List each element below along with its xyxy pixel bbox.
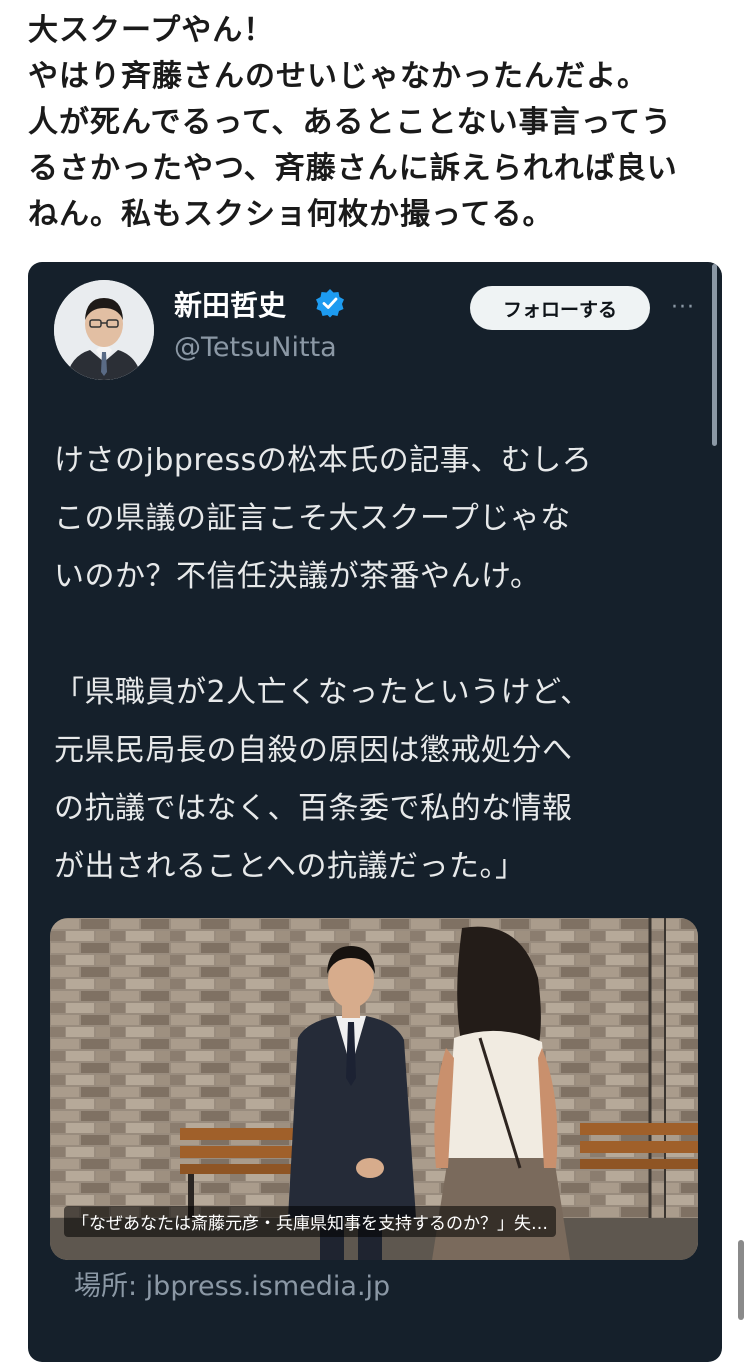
link-card[interactable]: 「なぜあなたは斎藤元彦・兵庫県知事を支持するのか？」失… [50,918,698,1260]
post-line: ねん。私もスクショ何枚か撮ってる。 [28,197,554,232]
tweet-line: けさのjbpressの松本氏の記事、むしろ [54,443,593,478]
post-text: 大スクープやん！ やはり斉藤さんのせいじゃなかったんだよ。 人が死んでるって、あ… [28,8,728,238]
tweet-line: が出されることへの抗議だった。」 [54,849,526,884]
post-line: やはり斉藤さんのせいじゃなかったんだよ。 [28,59,648,94]
follow-button[interactable]: フォローする [470,286,650,330]
display-name[interactable]: 新田哲史 [174,284,286,324]
handle[interactable]: @TetsuNitta [174,332,337,363]
page-scrollbar[interactable] [738,1240,744,1320]
post-line: るさかったやつ、斉藤さんに訴えられれば良い [28,151,678,186]
tweet-line: いのか？不信任決議が茶番やんけ。 [54,559,541,594]
tweet-line: この県議の証言こそ大スクープじゃな [54,501,571,536]
tweet-body: けさのjbpressの松本氏の記事、むしろ この県議の証言こそ大スクープじゃな … [54,432,694,896]
post-line: 人が死んでるって、あるとことない事言ってう [28,105,673,140]
card-domain[interactable]: 場所: jbpress.ismedia.jp [74,1264,390,1303]
post-line: 大スクープやん！ [28,13,275,48]
avatar[interactable] [54,280,154,380]
more-options-icon[interactable]: ··· [668,290,698,326]
verified-badge-icon [316,289,344,318]
tweet-line: の抗議ではなく、百条委で私的な情報 [54,791,573,826]
embedded-tweet[interactable]: 新田哲史 @TetsuNitta フォローする ··· けさのjbpressの松… [28,262,722,1362]
embed-scrollbar[interactable] [712,264,717,446]
card-caption: 「なぜあなたは斎藤元彦・兵庫県知事を支持するのか？」失… [64,1206,556,1237]
tweet-line: 「県職員が2人亡くなったというけど、 [54,675,591,710]
tweet-line: 元県民局長の自殺の原因は懲戒処分へ [54,733,573,768]
avatar-image [54,280,154,380]
